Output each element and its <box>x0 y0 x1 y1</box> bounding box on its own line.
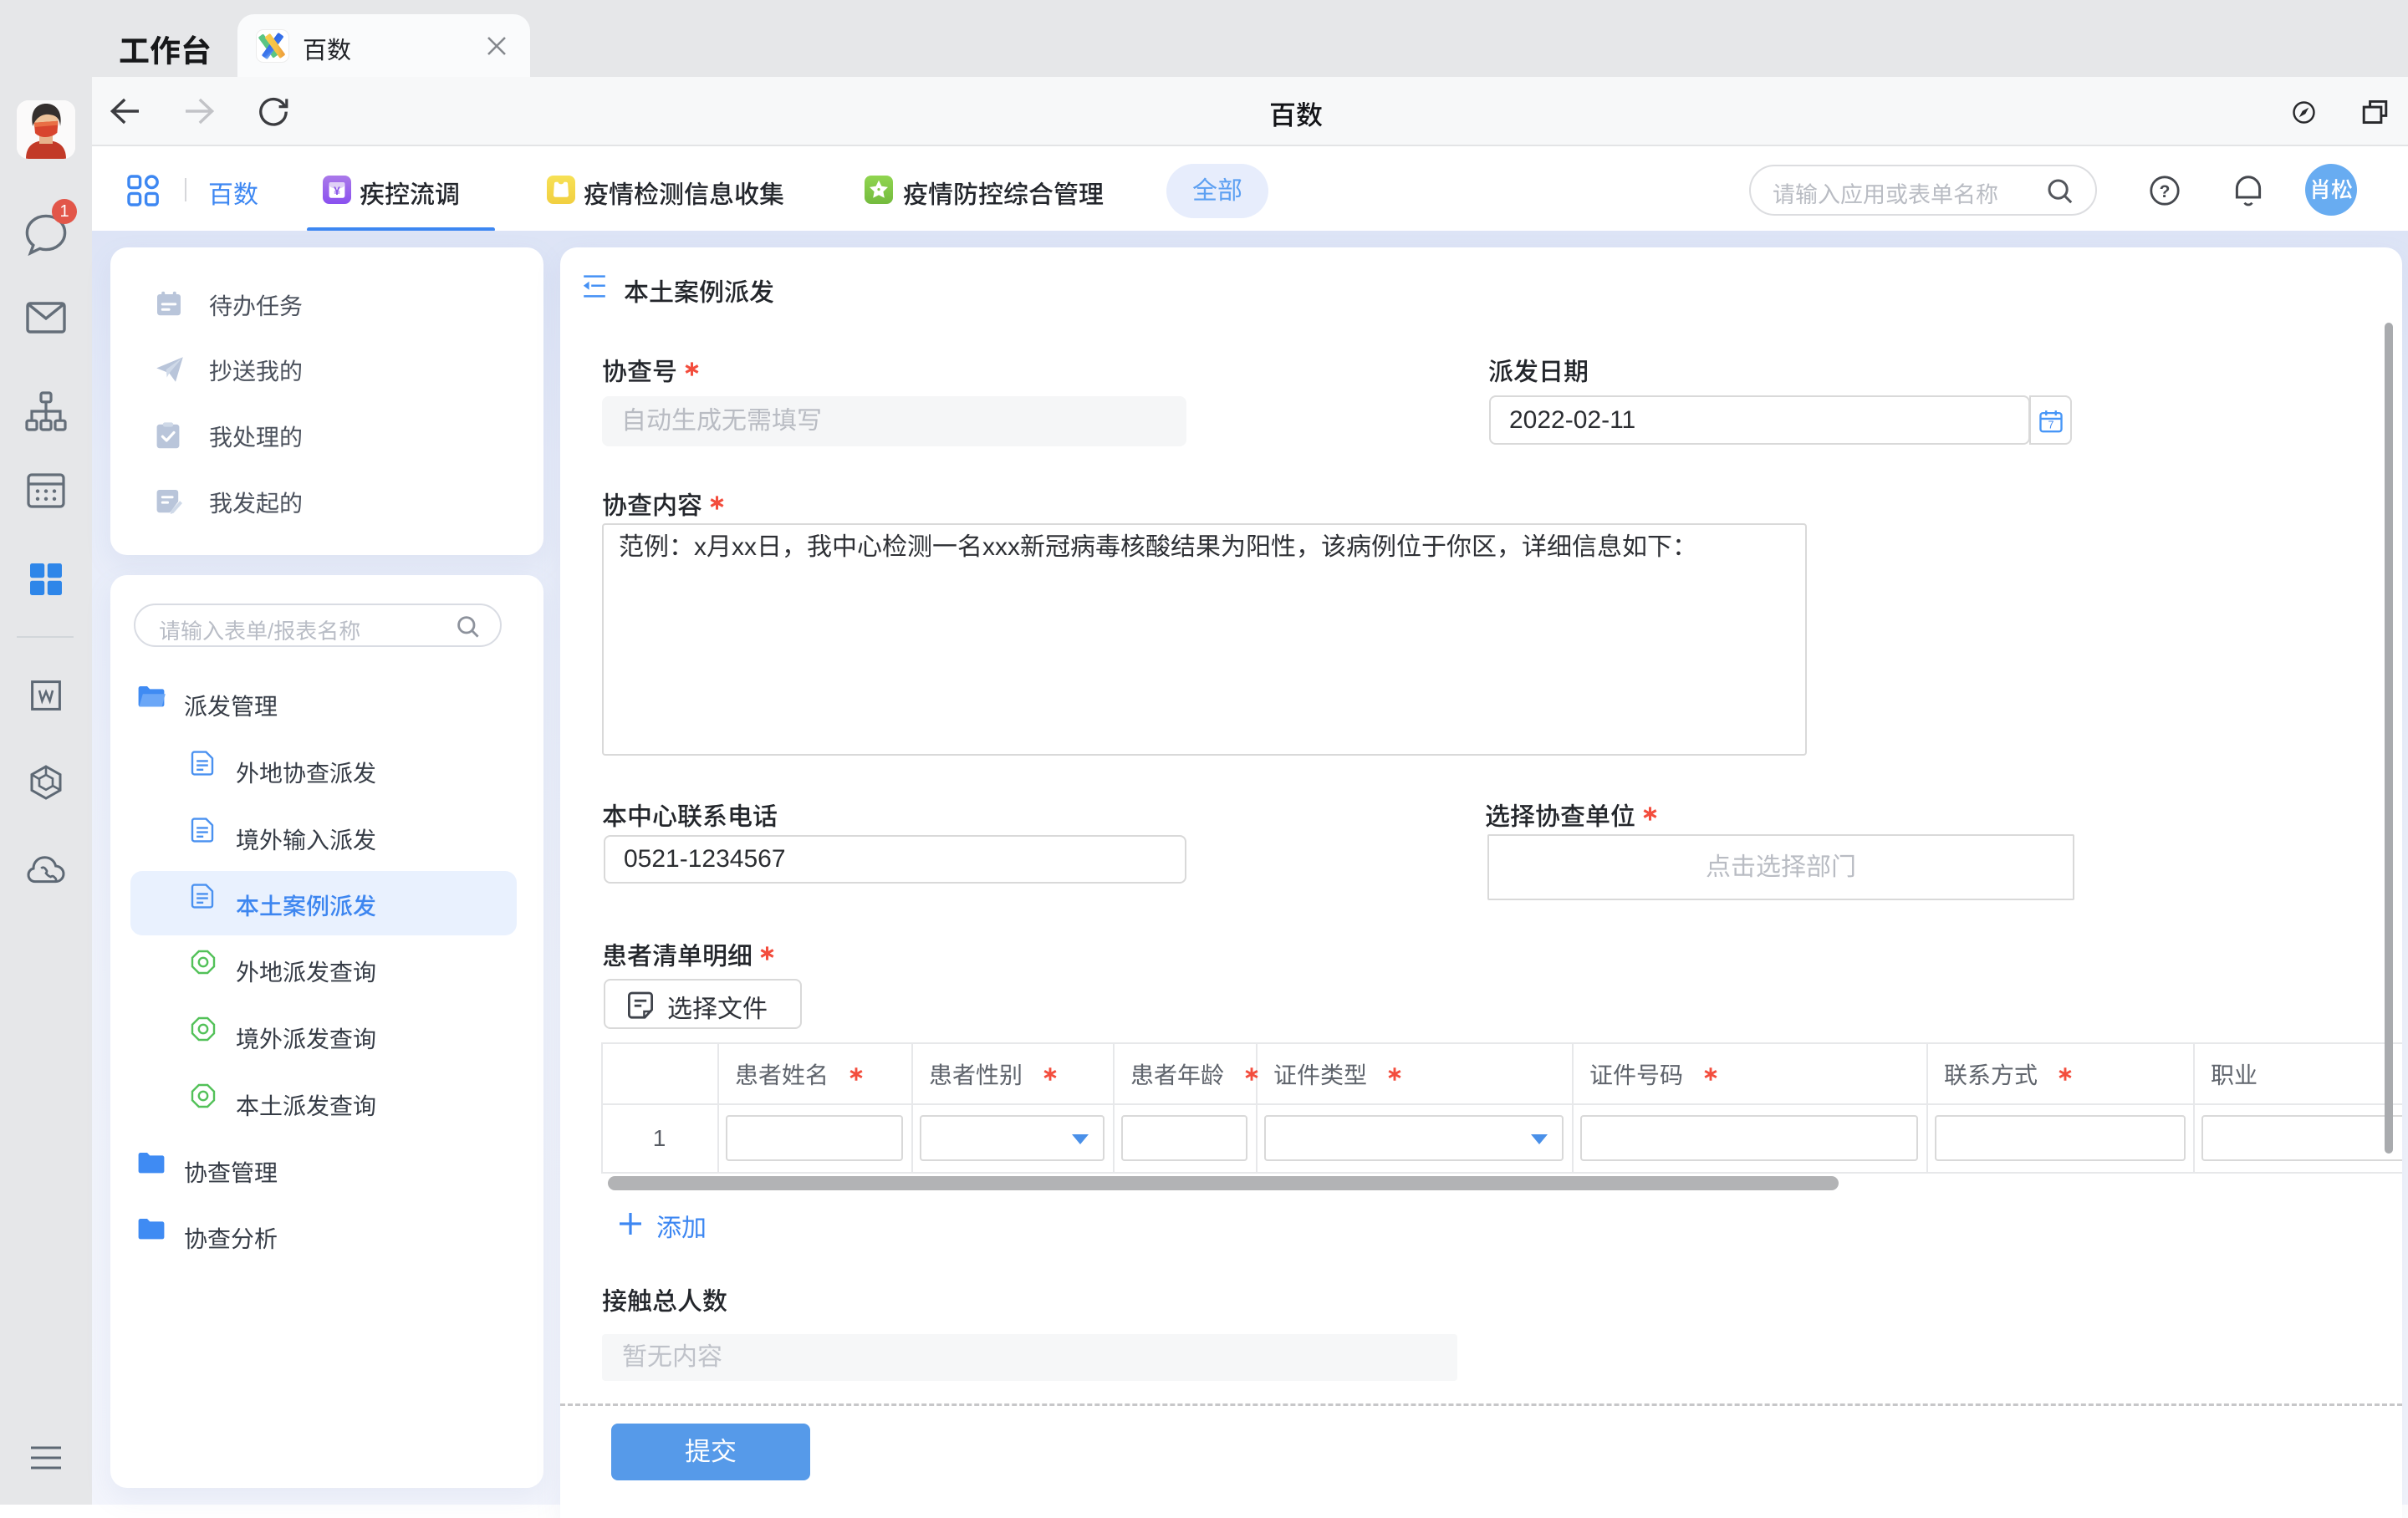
svg-text:¥: ¥ <box>334 184 340 197</box>
svg-text:7: 7 <box>2048 420 2054 431</box>
svg-text:?: ? <box>2160 182 2171 201</box>
